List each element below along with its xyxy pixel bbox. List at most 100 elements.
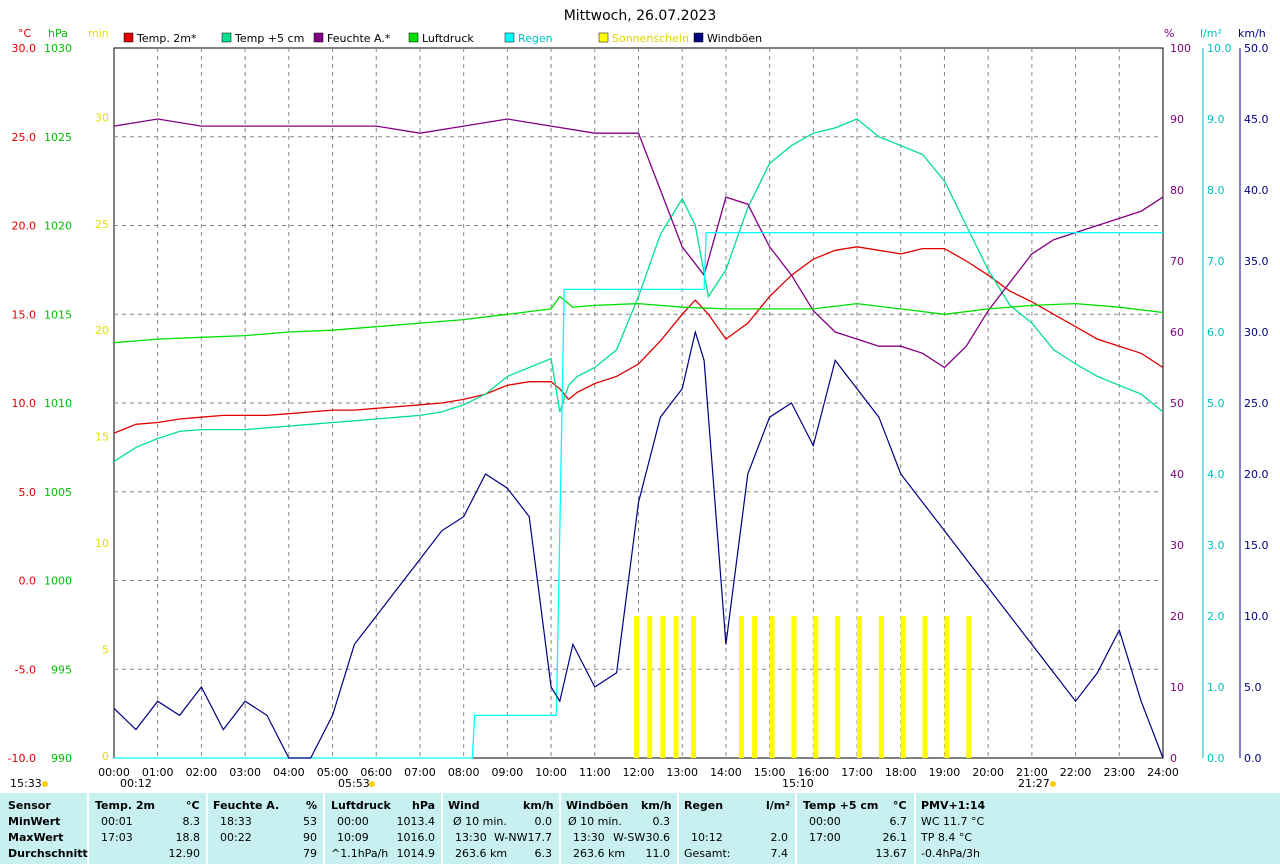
temp-tick: -10.0 <box>8 752 36 765</box>
legend-swatch-2 <box>313 32 324 43</box>
sunshine-bar <box>922 616 928 758</box>
pmv-pressure-trend: -0.4hPa/3h <box>921 847 980 860</box>
sunshine-bar <box>690 616 696 758</box>
humidity-tick: 20 <box>1170 610 1184 623</box>
rain-tick: 0.0 <box>1207 752 1225 765</box>
legend-label-2: Feuchte A.* <box>327 32 391 45</box>
sun-tick: 20 <box>95 324 109 337</box>
temp5cm-min-time: 00:00 <box>809 815 841 828</box>
sunset-marker-icon <box>1050 781 1056 787</box>
humidity-tick: 90 <box>1170 113 1184 126</box>
rain-tick: 9.0 <box>1207 113 1225 126</box>
gust-avg10-label: Ø 10 min. <box>568 815 622 828</box>
wind-distance: 263.6 km <box>455 847 508 860</box>
gust-distance: 263.6 km <box>573 847 626 860</box>
legend-label-6: Windböen <box>707 32 762 45</box>
gust-max-value: 30.6 <box>645 831 671 844</box>
x-tick: 19:00 <box>929 766 961 779</box>
humidity-unit: % <box>306 799 318 812</box>
sunshine-bar <box>944 616 950 758</box>
hpa-unit-label: hPa <box>48 27 68 40</box>
temp-tick: 30.0 <box>12 42 37 55</box>
legend-swatch-5 <box>598 32 609 43</box>
pmv-windchill: WC 11.7 °C <box>921 815 985 828</box>
rain-tick: 2.0 <box>1207 610 1225 623</box>
sunshine-bar <box>835 616 841 758</box>
legend-swatch-4 <box>504 32 515 43</box>
temp-tick: 25.0 <box>12 131 37 144</box>
legend-swatch-1 <box>221 32 232 43</box>
wind-tick: 0.0 <box>1244 752 1262 765</box>
rain-tick: 1.0 <box>1207 681 1225 694</box>
temp2m-unit: °C <box>186 799 200 812</box>
wind-tick: 30.0 <box>1244 326 1269 339</box>
wind-tick: 45.0 <box>1244 113 1269 126</box>
x-tick: 13:00 <box>666 766 698 779</box>
temp5cm-max-value: 26.1 <box>882 831 908 844</box>
wind-max-value: 17.7 <box>527 831 553 844</box>
sunshine-bar <box>634 616 640 758</box>
rain-header: Regen <box>684 799 724 812</box>
temp2m-header: Temp. 2m <box>95 799 155 812</box>
rain-max-time: 10:12 <box>691 831 723 844</box>
rain-tick: 5.0 <box>1207 397 1225 410</box>
x-tick: 23:00 <box>1103 766 1135 779</box>
x-tick: 02:00 <box>186 766 218 779</box>
sun-tick: 0 <box>102 750 109 763</box>
legend-label-1: Temp +5 cm <box>234 32 304 45</box>
rain-max-value: 2.0 <box>770 831 789 844</box>
pressure-tick: 995 <box>51 663 72 676</box>
pressure-max-value: 1016.0 <box>396 831 436 844</box>
sunrise-marker-icon <box>369 781 375 787</box>
temp5cm-min-value: 6.7 <box>889 815 908 828</box>
pressure-tick: 1020 <box>44 220 72 233</box>
temp2m-avg-value: 12.90 <box>168 847 201 860</box>
sunshine-bar <box>813 616 819 758</box>
humidity-tick: 40 <box>1170 468 1184 481</box>
pressure-tick: 1025 <box>44 131 72 144</box>
pressure-header: Luftdruck <box>331 799 391 812</box>
sunshine-bar <box>966 616 972 758</box>
sun-tick: 25 <box>95 218 109 231</box>
humidity-max-time: 00:22 <box>220 831 252 844</box>
humidity-tick: 30 <box>1170 539 1184 552</box>
rain-tick: 10.0 <box>1207 42 1232 55</box>
gust-avg-value: 11.0 <box>645 847 671 860</box>
temp5cm-header: Temp +5 cm <box>803 799 879 812</box>
gust-header: Windböen <box>566 799 629 812</box>
pressure-min-value: 1013.4 <box>396 815 436 828</box>
x-tick: 07:00 <box>404 766 436 779</box>
marker-b-label: 05:53 <box>338 777 370 790</box>
marker-a-label: 00:12 <box>120 777 152 790</box>
sun-marker-icon <box>42 781 48 787</box>
legend-swatch-6 <box>693 32 704 43</box>
humidity-tick: 10 <box>1170 681 1184 694</box>
sunshine-bar <box>739 616 745 758</box>
x-tick: 18:00 <box>885 766 917 779</box>
weather-chart: Mittwoch, 26.07.2023 °C hPa min % l/m² k… <box>0 0 1280 793</box>
pressure-avg-value: 1014.9 <box>396 847 436 860</box>
wind-avg10-label: Ø 10 min. <box>453 815 507 828</box>
rain-unit-label: l/m² <box>1200 27 1222 40</box>
wind-tick: 25.0 <box>1244 397 1269 410</box>
sunshine-bar <box>752 616 758 758</box>
wind-tick: 35.0 <box>1244 255 1269 268</box>
stats-table: Sensor MinWert MaxWert Durchschnitt Temp… <box>0 793 1280 864</box>
legend-swatch-0 <box>123 32 134 43</box>
x-tick: 15:00 <box>754 766 786 779</box>
sun-tick: 10 <box>95 537 109 550</box>
wind-tick: 50.0 <box>1244 42 1269 55</box>
temp2m-min-value: 8.3 <box>182 815 201 828</box>
sun-tick: 5 <box>102 644 109 657</box>
marker-d-label: 21:27 <box>1018 777 1050 790</box>
min-row-label: MinWert <box>8 815 61 828</box>
wind-max-time: 13:30 <box>455 831 487 844</box>
x-tick: 17:00 <box>841 766 873 779</box>
temp5cm-avg-value: 13.67 <box>875 847 908 860</box>
pressure-tick: 1015 <box>44 308 72 321</box>
temp5cm-unit: °C <box>893 799 907 812</box>
gust-avg10-value: 0.3 <box>652 815 671 828</box>
sunshine-bar <box>647 616 653 758</box>
x-tick: 11:00 <box>579 766 611 779</box>
x-tick: 08:00 <box>448 766 480 779</box>
